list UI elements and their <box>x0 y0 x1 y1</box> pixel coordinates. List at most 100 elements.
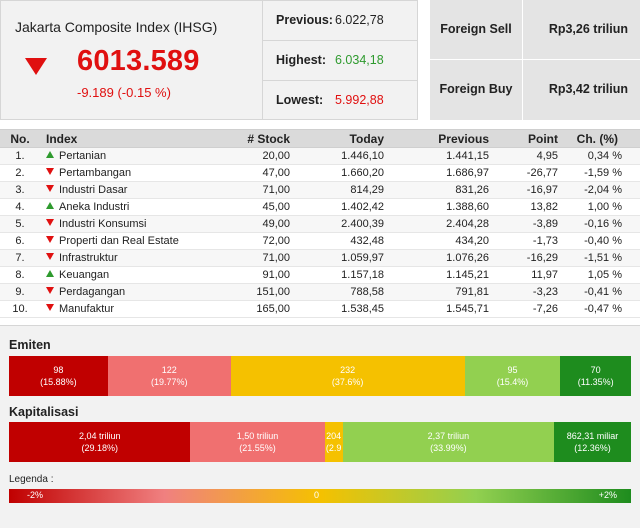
table-body: 1. Pertanian 20,00 1.446,10 1.441,15 4,95 0,34… <box>0 147 640 318</box>
row-point-change: -1,73 <box>489 232 558 250</box>
legend-title: Legenda : <box>9 474 54 485</box>
segment-value: 2,37 triliun <box>427 431 470 441</box>
table-row[interactable]: 3. Industri Dasar 71,00 814,29 831,26 -16,97-… <box>0 181 640 199</box>
index-name-label: Industri Konsumsi <box>59 218 147 230</box>
index-name-label: Industri Dasar <box>59 184 128 196</box>
segment-value: 70 <box>590 365 601 375</box>
index-name-label: Properti dan Real Estate <box>59 235 179 247</box>
row-percent-change: 1,05 % <box>558 266 640 284</box>
row-number: 4. <box>0 198 40 216</box>
kapitalisasi-segment[interactable]: 2,04 triliun (29.18%) <box>9 422 191 462</box>
row-previous-value: 434,20 <box>384 232 489 250</box>
row-index-name: Manufaktur <box>40 300 210 318</box>
table-row[interactable]: 2. Pertambangan 47,00 1.660,20 1.686,97 -26,7… <box>0 164 640 182</box>
col-header-change[interactable]: Ch. (%) <box>558 129 640 148</box>
row-point-change: 4,95 <box>489 147 558 165</box>
index-name-label: Aneka Industri <box>59 201 130 213</box>
down-arrow-icon <box>25 58 47 75</box>
foreign-flow-card: Foreign Sell Rp3,26 triliun Foreign Buy … <box>430 0 640 120</box>
highest-row: Highest: 6.034,18 <box>263 41 417 81</box>
row-number: 6. <box>0 232 40 250</box>
legend-min-label: -2% <box>27 490 44 500</box>
emiten-segment[interactable]: 232 (37.6%) <box>230 356 465 396</box>
divider <box>522 60 523 120</box>
legend-gradient: -2% 0 +2% <box>9 489 631 503</box>
segment-percent: (33.99%) <box>430 443 467 453</box>
table-row[interactable]: 8. Keuangan 91,00 1.157,18 1.145,21 11,97 1,05… <box>0 266 640 284</box>
kapitalisasi-segment[interactable]: 204 (2.9 <box>324 422 343 462</box>
index-value: 6013.589 <box>77 45 200 77</box>
down-arrow-icon <box>46 304 54 311</box>
col-header-previous[interactable]: Previous <box>384 129 489 148</box>
row-point-change: -3,89 <box>489 215 558 233</box>
row-stock-count: 20,00 <box>210 147 290 165</box>
row-stock-count: 91,00 <box>210 266 290 284</box>
table-row[interactable]: 7. Infrastruktur 71,00 1.059,97 1.076,26 -16,… <box>0 249 640 267</box>
row-number: 5. <box>0 215 40 233</box>
table-row[interactable]: 4. Aneka Industri 45,00 1.402,42 1.388,60 13,… <box>0 198 640 216</box>
row-today-value: 1.402,42 <box>290 198 384 216</box>
emiten-title: Emiten <box>9 338 51 352</box>
segment-value: 122 <box>161 365 177 375</box>
down-arrow-icon <box>46 287 54 294</box>
highest-label: Highest: <box>276 53 326 67</box>
table-row[interactable]: 6. Properti dan Real Estate 72,00 432,48 434… <box>0 232 640 250</box>
segment-percent: (37.6%) <box>331 377 364 387</box>
emiten-segment[interactable]: 95 (15.4%) <box>464 356 561 396</box>
row-stock-count: 49,00 <box>210 215 290 233</box>
row-stock-count: 45,00 <box>210 198 290 216</box>
emiten-segment[interactable]: 98 (15.88%) <box>9 356 108 396</box>
table-row[interactable]: 1. Pertanian 20,00 1.446,10 1.441,15 4,95 0,34… <box>0 147 640 165</box>
segment-percent: (15.4%) <box>496 377 529 387</box>
row-previous-value: 1.388,60 <box>384 198 489 216</box>
kapitalisasi-segment[interactable]: 1,50 triliun (21.55%) <box>190 422 325 462</box>
emiten-segment[interactable]: 122 (19.77%) <box>107 356 231 396</box>
segment-value: 95 <box>507 365 518 375</box>
row-today-value: 1.059,97 <box>290 249 384 267</box>
row-stock-count: 151,00 <box>210 283 290 301</box>
segment-percent: (19.77%) <box>150 377 188 387</box>
row-percent-change: -1,59 % <box>558 164 640 182</box>
previous-row: Previous: 6.022,78 <box>263 1 417 41</box>
row-point-change: 11,97 <box>489 266 558 284</box>
row-index-name: Aneka Industri <box>40 198 210 216</box>
highest-value: 6.034,18 <box>335 53 384 67</box>
col-header-no[interactable]: No. <box>0 129 40 148</box>
up-arrow-icon <box>46 202 54 209</box>
col-header-stock[interactable]: # Stock <box>210 129 290 148</box>
index-name-label: Infrastruktur <box>59 252 118 264</box>
row-number: 2. <box>0 164 40 182</box>
col-header-point[interactable]: Point <box>489 129 558 148</box>
row-number: 10. <box>0 300 40 318</box>
col-header-index[interactable]: Index <box>40 129 210 148</box>
segment-percent: (15.88%) <box>40 377 77 387</box>
row-today-value: 1.446,10 <box>290 147 384 165</box>
index-name-label: Keuangan <box>59 269 110 281</box>
row-index-name: Keuangan <box>40 266 210 284</box>
row-point-change: -3,23 <box>489 283 558 301</box>
segment-percent: (29.18%) <box>81 443 118 453</box>
down-arrow-icon <box>46 185 54 192</box>
index-card: Jakarta Composite Index (IHSG) 6013.589 … <box>0 0 263 120</box>
col-header-today[interactable]: Today <box>290 129 384 148</box>
segment-value: 862,31 miliar <box>566 431 619 441</box>
kapitalisasi-segment[interactable]: 862,31 miliar (12.36%) <box>554 422 631 462</box>
row-number: 8. <box>0 266 40 284</box>
row-percent-change: -2,04 % <box>558 181 640 199</box>
index-name-label: Pertanian <box>59 150 107 162</box>
row-percent-change: -0,16 % <box>558 215 640 233</box>
segment-value: 2,04 triliun <box>78 431 121 441</box>
row-today-value: 788,58 <box>290 283 384 301</box>
row-index-name: Pertambangan <box>40 164 210 182</box>
row-point-change: -7,26 <box>489 300 558 318</box>
table-row[interactable]: 9. Perdagangan 151,00 788,58 791,81 -3,23 -0,4… <box>0 283 640 301</box>
previous-label: Previous: <box>276 13 333 27</box>
segment-value: 232 <box>340 365 356 375</box>
table-row[interactable]: 10. Manufaktur 165,00 1.538,45 1.545,71 -7,26… <box>0 300 640 318</box>
segment-value: 98 <box>53 365 64 375</box>
divider <box>522 0 523 60</box>
kapitalisasi-segment[interactable]: 2,37 triliun (33.99%) <box>342 422 555 462</box>
table-row[interactable]: 5. Industri Konsumsi 49,00 2.400,39 2.404,28… <box>0 215 640 233</box>
up-arrow-icon <box>46 270 54 277</box>
emiten-segment[interactable]: 70 (11.35%) <box>560 356 631 396</box>
